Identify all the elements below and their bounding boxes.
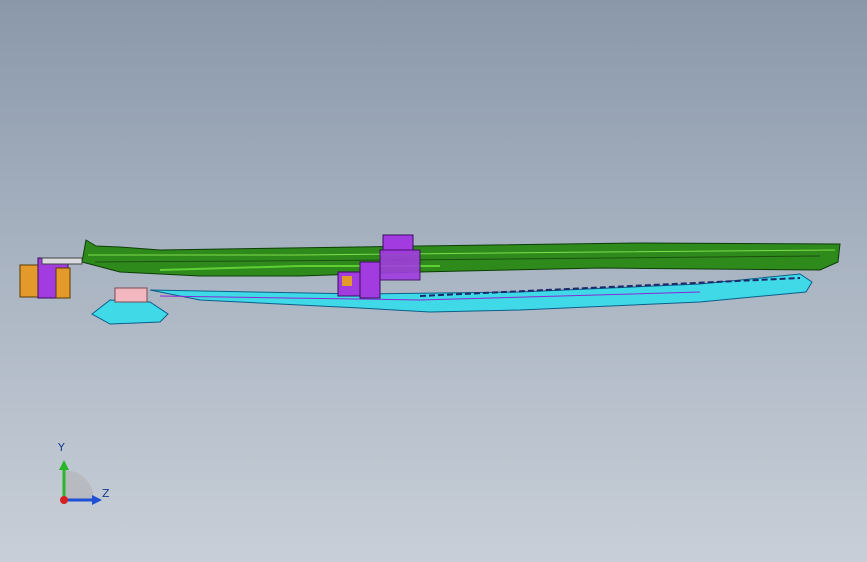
graphics-viewport[interactable]: Y Z: [0, 0, 867, 562]
cyan-clip: [91, 299, 169, 325]
cyan-rail: [149, 273, 813, 313]
y-axis-label: Y: [58, 441, 65, 454]
x-axis-icon: [60, 496, 68, 504]
view-orientation-triad[interactable]: [40, 438, 120, 518]
orange-bracket: [19, 264, 41, 298]
pink-block: [114, 287, 148, 303]
z-axis-label: Z: [102, 487, 110, 500]
wiper-assembly-model[interactable]: [0, 0, 867, 562]
green-body: [81, 239, 841, 277]
